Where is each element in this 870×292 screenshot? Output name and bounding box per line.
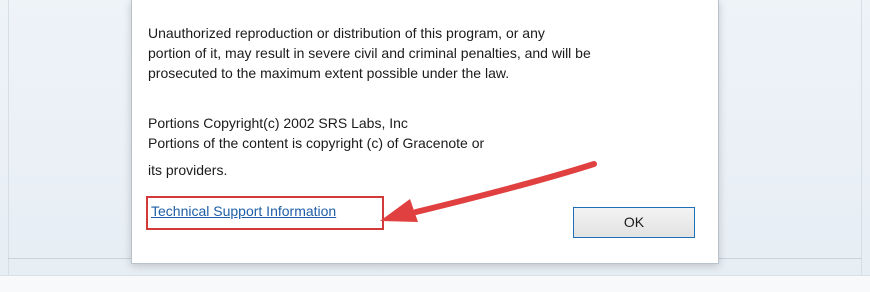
legal-paragraph-line-1: Unauthorized reproduction or distributio… — [148, 25, 545, 41]
background-frame-right — [861, 0, 862, 291]
legal-paragraph-line-2: portion of it, may result in severe civi… — [148, 45, 591, 61]
legal-paragraph-line-3: prosecuted to the maximum extent possibl… — [148, 65, 510, 81]
red-arrow-annotation — [380, 161, 597, 222]
background-frame-left — [8, 0, 9, 291]
about-dialog: Unauthorized reproduction or distributio… — [131, 0, 719, 264]
background-bottom-strip — [0, 275, 870, 292]
copyright-srs: Portions Copyright(c) 2002 SRS Labs, Inc — [148, 115, 408, 131]
technical-support-link[interactable]: Technical Support Information — [151, 203, 336, 219]
copyright-providers: its providers. — [148, 162, 228, 178]
copyright-gracenote: Portions of the content is copyright (c)… — [148, 135, 485, 151]
highlight-box: Technical Support Information — [146, 196, 384, 230]
